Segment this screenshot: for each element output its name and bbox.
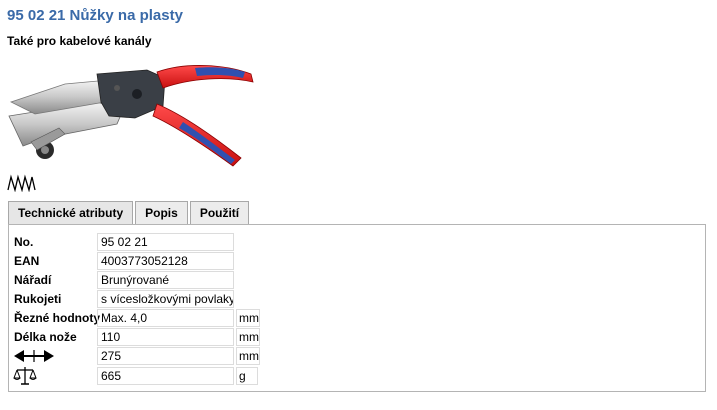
attribute-row-cutting-values: Řezné hodnoty Max. 4,0 mm (9, 309, 705, 328)
tab-technical-attributes[interactable]: Technické atributy (8, 201, 134, 226)
attribute-row-ean: EAN 4003773052128 (9, 252, 705, 271)
double-arrow-icon (14, 350, 54, 362)
attribute-unit: mm (236, 347, 260, 365)
scale-icon (13, 367, 37, 385)
attribute-row-weight: 665 g (9, 367, 705, 386)
attribute-row-length: 275 mm (9, 347, 705, 366)
attribute-label: Rukojeti (14, 292, 62, 306)
attribute-tabs: Technické atributy Popis Použití (8, 201, 251, 226)
attribute-row-handles: Rukojeti s vícesložkovými povlaky (9, 290, 705, 309)
attribute-label: Nářadí (14, 273, 52, 287)
attribute-label: No. (14, 235, 34, 249)
attribute-label: Řezné hodnoty (14, 311, 100, 325)
attribute-row-number: No. 95 02 21 (9, 233, 705, 252)
attribute-unit: mm (236, 309, 260, 327)
product-image (8, 65, 254, 167)
attribute-value: 4003773052128 (97, 252, 234, 270)
product-page: 95 02 21 Nůžky na plasty Také pro kabelo… (0, 0, 717, 410)
serrated-blade-icon (7, 174, 36, 192)
attribute-unit: mm (236, 328, 260, 346)
attribute-row-tool: Nářadí Brunýrované (9, 271, 705, 290)
tab-usage[interactable]: Použití (189, 201, 250, 225)
attribute-value: 95 02 21 (97, 233, 234, 251)
attribute-row-blade-length: Délka nože 110 mm (9, 328, 705, 347)
attribute-value: 665 (97, 367, 234, 385)
attribute-value: s vícesložkovými povlaky (97, 290, 234, 308)
product-title: 95 02 21 Nůžky na plasty (7, 7, 183, 24)
tab-description[interactable]: Popis (135, 201, 188, 225)
attribute-label: EAN (14, 254, 40, 268)
attribute-value: Brunýrované (97, 271, 234, 289)
attribute-value: 110 (97, 328, 234, 346)
product-subtitle: Také pro kabelové kanály (7, 34, 152, 48)
attribute-value: 275 (97, 347, 234, 365)
attribute-unit: g (236, 367, 258, 385)
attribute-value: Max. 4,0 (97, 309, 234, 327)
attributes-panel: No. 95 02 21 EAN 4003773052128 Nářadí Br… (8, 224, 706, 392)
attribute-label: Délka nože (14, 330, 77, 344)
